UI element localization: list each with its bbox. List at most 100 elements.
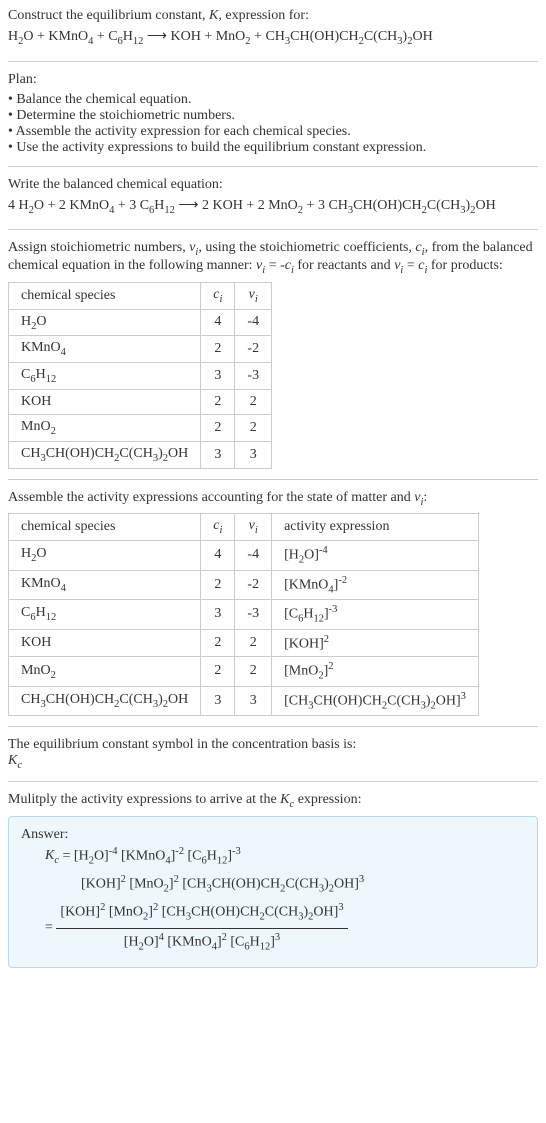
col-expr: activity expression xyxy=(272,514,479,541)
cell-c: 2 xyxy=(201,414,235,441)
col-species: chemical species xyxy=(9,282,201,309)
cell-expr: [KOH]2 xyxy=(272,629,479,657)
cell-c: 4 xyxy=(201,309,235,336)
cell-species: CH3CH(OH)CH2C(CH3)2OH xyxy=(9,441,201,468)
table-row: C6H123-3[C6H12]-3 xyxy=(9,600,479,629)
fraction: [KOH]2 [MnO2]2 [CH3CH(OH)CH2C(CH3)2OH]3 … xyxy=(56,899,347,957)
divider xyxy=(8,726,538,727)
table-header-row: chemical species ci νi xyxy=(9,282,272,309)
cell-c: 2 xyxy=(201,336,235,363)
table-row: CH3CH(OH)CH2C(CH3)2OH33[CH3CH(OH)CH2C(CH… xyxy=(9,686,479,715)
cell-c: 3 xyxy=(201,363,235,390)
cell-c: 3 xyxy=(201,600,235,629)
cell-v: 2 xyxy=(235,629,272,657)
cell-v: -2 xyxy=(235,336,272,363)
basis-symbol: Kc xyxy=(8,753,538,771)
table-row: KMnO42-2 xyxy=(9,336,272,363)
cell-expr: [MnO2]2 xyxy=(272,657,479,686)
cell-v: -3 xyxy=(235,600,272,629)
table-row: KOH22 xyxy=(9,389,272,414)
divider xyxy=(8,781,538,782)
table-row: KMnO42-2[KMnO4]-2 xyxy=(9,570,479,599)
cell-species: MnO2 xyxy=(9,414,201,441)
cell-v: 2 xyxy=(235,389,272,414)
intro-line: Construct the equilibrium constant, K, e… xyxy=(8,8,538,24)
table-row: MnO222 xyxy=(9,414,272,441)
cell-c: 2 xyxy=(201,389,235,414)
answer-box: Answer: Kc = [H2O]-4 [KMnO4]-2 [C6H12]-3… xyxy=(8,816,538,968)
col-v: νi xyxy=(235,282,272,309)
col-c: ci xyxy=(201,514,235,541)
divider xyxy=(8,479,538,480)
multiply-intro: Mulitply the activity expressions to arr… xyxy=(8,792,538,810)
plan-item: Balance the chemical equation. xyxy=(8,92,538,108)
cell-species: KMnO4 xyxy=(9,336,201,363)
plan-list: Balance the chemical equation. Determine… xyxy=(8,92,538,156)
divider xyxy=(8,166,538,167)
cell-expr: [C6H12]-3 xyxy=(272,600,479,629)
answer-fraction: = [KOH]2 [MnO2]2 [CH3CH(OH)CH2C(CH3)2OH]… xyxy=(45,899,525,957)
fraction-denominator: [H2O]4 [KMnO4]2 [C6H12]3 xyxy=(56,929,347,957)
activity-section: Assemble the activity expressions accoun… xyxy=(8,490,538,717)
stoich-section: Assign stoichiometric numbers, νi, using… xyxy=(8,240,538,468)
divider xyxy=(8,229,538,230)
activity-table: chemical species ci νi activity expressi… xyxy=(8,513,479,716)
balanced-equation: 4 H2O + 2 KMnO4 + 3 C6H12 ⟶ 2 KOH + 2 Mn… xyxy=(8,193,538,220)
table-row: C6H123-3 xyxy=(9,363,272,390)
cell-species: KOH xyxy=(9,629,201,657)
table-row: MnO222[MnO2]2 xyxy=(9,657,479,686)
plan-title: Plan: xyxy=(8,72,538,88)
cell-c: 2 xyxy=(201,657,235,686)
basis-line1: The equilibrium constant symbol in the c… xyxy=(8,737,538,753)
cell-species: CH3CH(OH)CH2C(CH3)2OH xyxy=(9,686,201,715)
answer-line2: [KOH]2 [MnO2]2 [CH3CH(OH)CH2C(CH3)2OH]3 xyxy=(81,871,525,899)
table-row: KOH22[KOH]2 xyxy=(9,629,479,657)
basis-section: The equilibrium constant symbol in the c… xyxy=(8,737,538,771)
cell-expr: [KMnO4]-2 xyxy=(272,570,479,599)
cell-expr: [CH3CH(OH)CH2C(CH3)2OH]3 xyxy=(272,686,479,715)
cell-species: KOH xyxy=(9,389,201,414)
cell-c: 4 xyxy=(201,541,235,570)
plan-item: Use the activity expressions to build th… xyxy=(8,140,538,156)
cell-v: 3 xyxy=(235,441,272,468)
intro-section: Construct the equilibrium constant, K, e… xyxy=(8,8,538,51)
cell-expr: [H2O]-4 xyxy=(272,541,479,570)
table-row: CH3CH(OH)CH2C(CH3)2OH33 xyxy=(9,441,272,468)
balanced-title: Write the balanced chemical equation: xyxy=(8,177,538,193)
cell-c: 2 xyxy=(201,570,235,599)
cell-species: C6H12 xyxy=(9,600,201,629)
cell-species: MnO2 xyxy=(9,657,201,686)
divider xyxy=(8,61,538,62)
plan-item: Assemble the activity expression for eac… xyxy=(8,124,538,140)
plan-section: Plan: Balance the chemical equation. Det… xyxy=(8,72,538,156)
answer-label: Answer: xyxy=(21,827,525,843)
cell-species: H2O xyxy=(9,541,201,570)
balanced-section: Write the balanced chemical equation: 4 … xyxy=(8,177,538,220)
table-row: H2O4-4 xyxy=(9,309,272,336)
col-v: νi xyxy=(235,514,272,541)
stoich-table: chemical species ci νi H2O4-4 KMnO42-2 C… xyxy=(8,282,272,469)
col-species: chemical species xyxy=(9,514,201,541)
cell-v: -4 xyxy=(235,309,272,336)
equals-sign: = xyxy=(45,920,53,935)
cell-v: -3 xyxy=(235,363,272,390)
cell-species: H2O xyxy=(9,309,201,336)
cell-c: 3 xyxy=(201,441,235,468)
col-c: ci xyxy=(201,282,235,309)
cell-v: 2 xyxy=(235,657,272,686)
table-header-row: chemical species ci νi activity expressi… xyxy=(9,514,479,541)
cell-species: C6H12 xyxy=(9,363,201,390)
cell-species: KMnO4 xyxy=(9,570,201,599)
plan-item: Determine the stoichiometric numbers. xyxy=(8,108,538,124)
cell-v: -4 xyxy=(235,541,272,570)
cell-v: 3 xyxy=(235,686,272,715)
intro-equation: H2O + KMnO4 + C6H12 ⟶ KOH + MnO2 + CH3CH… xyxy=(8,24,538,51)
stoich-intro: Assign stoichiometric numbers, νi, using… xyxy=(8,240,538,276)
table-row: H2O4-4[H2O]-4 xyxy=(9,541,479,570)
cell-c: 3 xyxy=(201,686,235,715)
cell-v: 2 xyxy=(235,414,272,441)
cell-v: -2 xyxy=(235,570,272,599)
fraction-numerator: [KOH]2 [MnO2]2 [CH3CH(OH)CH2C(CH3)2OH]3 xyxy=(56,899,347,928)
multiply-section: Mulitply the activity expressions to arr… xyxy=(8,792,538,968)
activity-intro: Assemble the activity expressions accoun… xyxy=(8,490,538,508)
